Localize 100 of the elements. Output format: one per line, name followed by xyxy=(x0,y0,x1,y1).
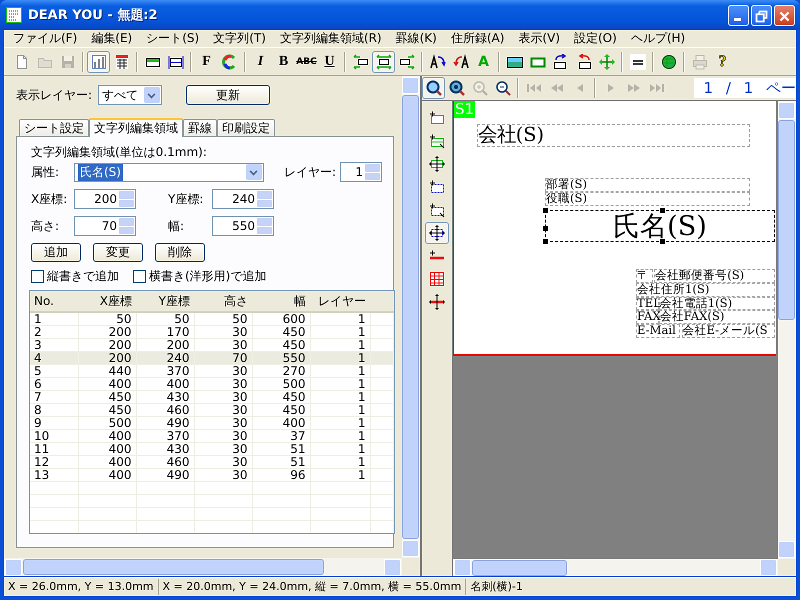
align-left-icon[interactable] xyxy=(352,54,368,70)
close-button[interactable] xyxy=(774,4,795,26)
menu-item[interactable]: 表示(V) xyxy=(511,30,567,47)
table-cell: 10 xyxy=(30,430,78,442)
text-field-frame[interactable]: 〒 xyxy=(636,269,653,283)
text-field-frame[interactable]: E-Mail xyxy=(636,324,680,338)
tab[interactable]: 文字列編集領域 xyxy=(89,118,183,137)
scroll-thumb[interactable] xyxy=(472,560,567,576)
text-field-frame[interactable]: FAX xyxy=(636,310,660,324)
horizontal-scrollbar[interactable] xyxy=(4,558,402,576)
scroll-thumb[interactable] xyxy=(23,559,324,575)
menu-item[interactable]: ヘルプ(H) xyxy=(624,30,692,47)
tab[interactable]: 印刷設定 xyxy=(217,119,275,136)
toggle-button[interactable] xyxy=(425,222,449,244)
layer-filter-label: 表示レイヤー: xyxy=(16,86,92,104)
resize-handle[interactable] xyxy=(543,208,548,214)
action-button[interactable]: 追加 xyxy=(31,243,81,262)
menu-item[interactable]: シート(S) xyxy=(139,30,206,47)
tab[interactable]: シート設定 xyxy=(19,119,89,136)
move-line-icon[interactable] xyxy=(429,294,445,310)
text-field-frame[interactable]: 会社電話1(S) xyxy=(658,296,775,310)
table-cell: 50 xyxy=(136,312,194,326)
scroll-thumb[interactable] xyxy=(778,120,795,320)
zoom-out-icon[interactable] xyxy=(494,80,510,96)
restore-button[interactable] xyxy=(751,4,772,26)
resize-handle[interactable] xyxy=(543,226,548,232)
resize-handle[interactable] xyxy=(543,239,548,244)
column-header[interactable]: Y座標 xyxy=(136,291,194,312)
vertical-scrollbar[interactable] xyxy=(778,101,796,559)
bar-chart-icon[interactable] xyxy=(90,54,106,70)
move-dashed-frame-icon[interactable] xyxy=(429,225,445,241)
toggle-button[interactable] xyxy=(87,50,110,72)
menu-item[interactable]: 罫線(K) xyxy=(388,30,444,47)
table-cell: 270 xyxy=(252,364,310,378)
action-button[interactable]: 削除 xyxy=(155,243,205,262)
toggle-button[interactable] xyxy=(372,50,395,72)
menu-item[interactable]: 設定(O) xyxy=(567,30,624,47)
text-field-frame[interactable]: 会社(S) xyxy=(476,124,750,146)
strikethrough-button[interactable]: ABC xyxy=(295,50,318,72)
table-icon[interactable] xyxy=(114,54,130,70)
table-cell: 30 xyxy=(194,468,252,482)
box-arrow-icon[interactable] xyxy=(552,54,568,70)
table-cell: 9 xyxy=(30,416,78,430)
rotate-text-icon[interactable] xyxy=(452,54,468,70)
dashed-frame-icon[interactable] xyxy=(429,179,445,195)
bold-button[interactable]: B xyxy=(272,50,295,72)
text-field-frame[interactable]: 会社郵便番号(S) xyxy=(654,269,775,283)
magnifier-icon[interactable] xyxy=(426,80,442,96)
text-field-frame[interactable]: 部署(S) xyxy=(545,178,750,192)
page-indicator: 1 / 1 ペー xyxy=(694,78,796,98)
horizontal-scrollbar[interactable] xyxy=(453,559,778,576)
move-icon[interactable] xyxy=(598,54,614,70)
menu-item[interactable]: 編集(E) xyxy=(84,30,140,47)
resize-handle[interactable] xyxy=(660,208,665,214)
column-header[interactable]: レイヤー xyxy=(310,291,370,312)
minimize-button[interactable] xyxy=(728,4,749,26)
color-ring-icon[interactable] xyxy=(222,54,238,70)
table-cell: 1 xyxy=(310,442,370,456)
menu-item[interactable]: 文字列(T) xyxy=(206,30,273,47)
column-header[interactable]: No. xyxy=(30,291,78,312)
text-field-frame[interactable]: TEL xyxy=(636,296,660,310)
menu-item[interactable]: ファイル(F) xyxy=(6,30,84,47)
selected-row[interactable]: 4 200 240 70 550 1 xyxy=(30,352,394,364)
text-field-frame[interactable]: 会社FAX(S) xyxy=(658,310,775,324)
resize-frame-icon[interactable] xyxy=(168,54,184,70)
refresh-button[interactable]: 更新 xyxy=(186,85,270,105)
column-header[interactable]: 幅 xyxy=(252,291,310,312)
attribute-dropdown[interactable]: 氏名(S) xyxy=(74,162,264,182)
font-button[interactable]: F xyxy=(195,50,218,72)
rotate-text-icon[interactable] xyxy=(430,54,446,70)
underline-button[interactable]: U xyxy=(318,50,341,72)
italic-button[interactable]: I xyxy=(249,50,272,72)
checkbox[interactable] xyxy=(31,270,44,282)
resize-dashed-frame-icon[interactable] xyxy=(429,202,445,218)
text-field-frame[interactable]: 会社E-メール(S xyxy=(682,324,775,338)
text-field-frame[interactable]: 氏名(S) xyxy=(545,210,775,242)
column-header[interactable]: 高さ xyxy=(194,291,252,312)
layer-dropdown[interactable]: すべて xyxy=(98,85,162,105)
move-frame-icon[interactable] xyxy=(429,156,445,172)
checkbox[interactable] xyxy=(133,270,146,282)
resize-handle[interactable] xyxy=(660,239,665,244)
text-field-frame[interactable]: 会社住所1(S) xyxy=(636,283,775,297)
column-header[interactable]: X座標 xyxy=(78,291,136,312)
align-center-icon[interactable] xyxy=(376,54,392,70)
magnifier-icon[interactable] xyxy=(448,80,464,96)
toggle-button[interactable] xyxy=(422,77,445,99)
tab[interactable]: 罫線 xyxy=(183,119,217,136)
menu-item[interactable]: 住所録(A) xyxy=(444,30,512,47)
menu-item[interactable]: 文字列編集領域(R) xyxy=(272,30,389,47)
add-frame-icon[interactable] xyxy=(429,110,445,126)
table-cell: 30 xyxy=(194,364,252,378)
action-button[interactable]: 変更 xyxy=(93,243,143,262)
resize-frame-icon[interactable] xyxy=(429,133,445,149)
table-cell: 600 xyxy=(252,312,310,326)
align-right-icon[interactable] xyxy=(398,54,414,70)
field-label: X座標: xyxy=(31,190,68,208)
text-field-frame[interactable]: 役職(S) xyxy=(545,192,750,206)
grid-icon[interactable] xyxy=(429,271,445,287)
table-cell: 30 xyxy=(194,456,252,468)
globe-icon[interactable] xyxy=(660,54,676,70)
